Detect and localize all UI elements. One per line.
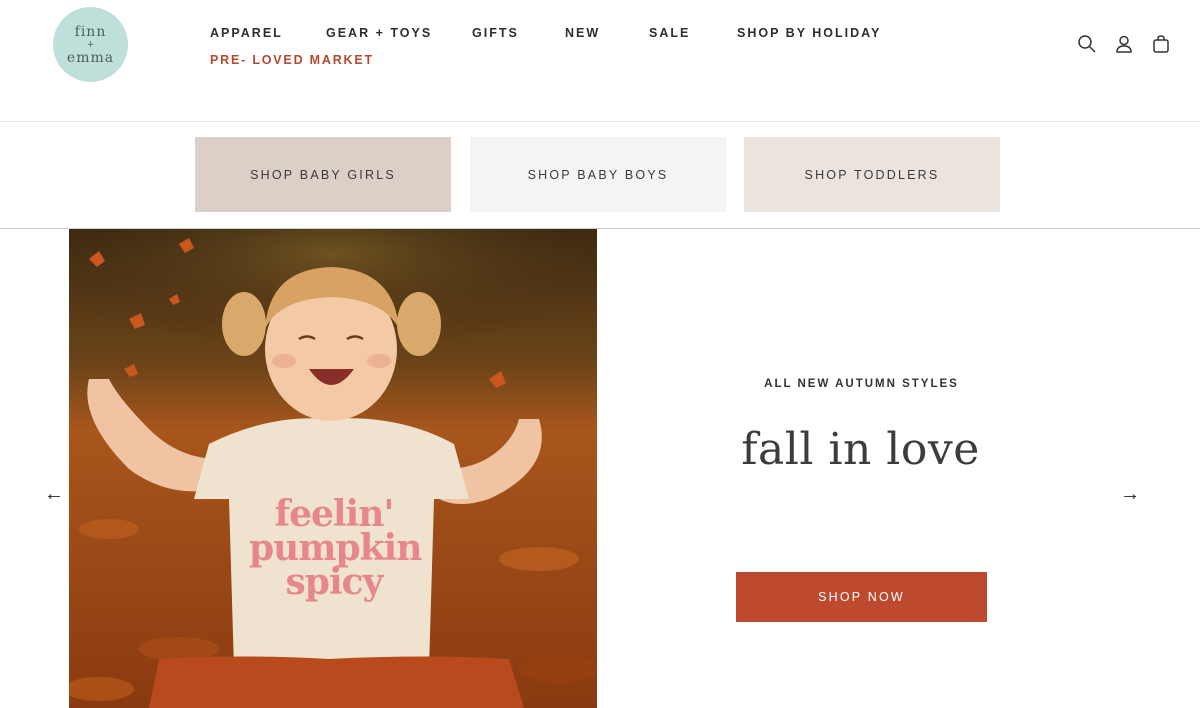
hero-headline: fall in love [741, 424, 980, 475]
header-divider [0, 121, 1200, 122]
brand-logo[interactable]: finn + emma [53, 7, 128, 82]
shirt-text-line1: feelin' [274, 493, 395, 535]
nav-item-shop-by-holiday[interactable]: SHOP BY HOLIDAY [737, 26, 881, 40]
logo-text-emma: emma [66, 49, 115, 66]
nav-item-gifts[interactable]: GIFTS [472, 26, 519, 40]
hero-image: feelin' pumpkin spicy [69, 229, 597, 708]
shop-baby-boys-button[interactable]: SHOP BABY BOYS [470, 137, 726, 212]
logo-text-plus: + [86, 39, 95, 50]
shirt-text-line3: spicy [285, 561, 384, 604]
shirt-text-line2: pumpkin [249, 527, 422, 570]
search-icon[interactable] [1076, 33, 1098, 55]
carousel-next-arrow-icon[interactable]: → [1120, 484, 1140, 504]
nav-item-new[interactable]: NEW [565, 26, 600, 40]
shop-baby-girls-button[interactable]: SHOP BABY GIRLS [195, 137, 451, 212]
nav-item-sale[interactable]: SALE [649, 26, 690, 40]
logo-text-finn: finn [74, 23, 107, 40]
nav-item-gear-toys[interactable]: GEAR + TOYS [326, 26, 432, 40]
nav-item-apparel[interactable]: APPAREL [210, 26, 283, 40]
shirt-graphic: feelin' pumpkin spicy [249, 493, 422, 604]
carousel-prev-arrow-icon[interactable]: ← [44, 484, 64, 504]
nav-item-pre-loved-market[interactable]: PRE- LOVED MARKET [210, 53, 374, 67]
cart-icon[interactable] [1150, 33, 1172, 55]
shop-toddlers-button[interactable]: SHOP TODDLERS [744, 137, 1000, 212]
account-icon[interactable] [1113, 33, 1135, 55]
shop-now-button[interactable]: SHOP NOW [736, 572, 987, 622]
hero-eyebrow: ALL NEW AUTUMN STYLES [764, 378, 959, 390]
